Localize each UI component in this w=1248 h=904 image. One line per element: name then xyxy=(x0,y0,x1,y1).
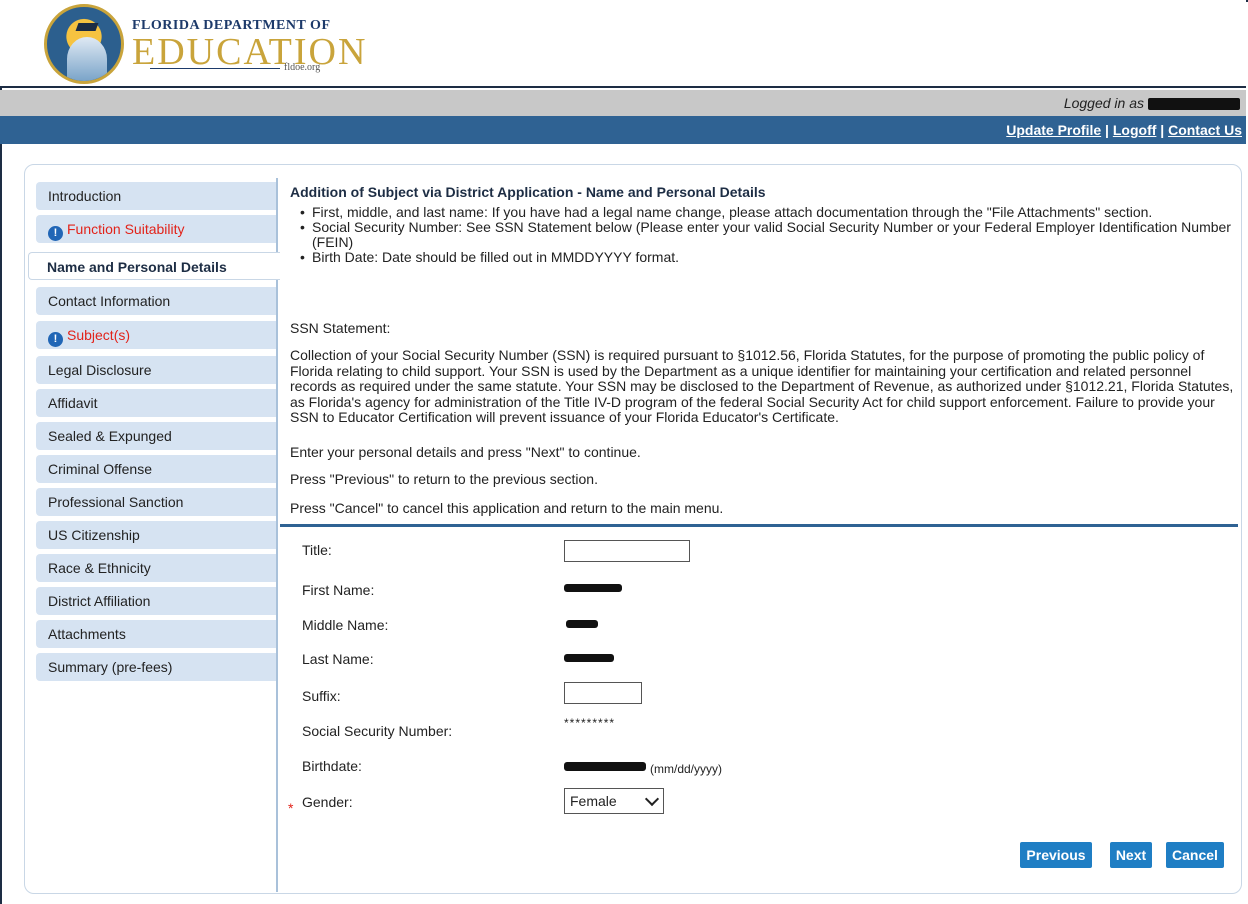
section-divider xyxy=(280,524,1238,527)
sidebar-item-introduction[interactable]: Introduction xyxy=(36,182,276,210)
contact-us-link[interactable]: Contact Us xyxy=(1168,122,1242,138)
alert-circle-icon: ! xyxy=(48,332,63,347)
first-name-label: First Name: xyxy=(302,582,375,598)
birthdate-value-redacted xyxy=(564,762,646,771)
ssn-value: ********* xyxy=(564,716,616,730)
sidebar-item-us-citizenship[interactable]: US Citizenship xyxy=(36,521,276,549)
instruction-previous: Press "Previous" to return to the previo… xyxy=(290,471,598,487)
redacted-username xyxy=(1148,98,1240,111)
sidebar-item-district-affiliation[interactable]: District Affiliation xyxy=(36,587,276,615)
birthdate-label: Birthdate: xyxy=(302,758,362,774)
page-title: Addition of Subject via District Applica… xyxy=(290,184,766,200)
instructions-list: First, middle, and last name: If you hav… xyxy=(300,205,1240,266)
top-nav-bar: Update Profile | Logoff | Contact Us xyxy=(0,116,1246,144)
gender-select[interactable]: Female xyxy=(564,788,664,814)
sidebar-item-race-ethnicity[interactable]: Race & Ethnicity xyxy=(36,554,276,582)
update-profile-link[interactable]: Update Profile xyxy=(1006,122,1101,138)
sidebar-item-summary[interactable]: Summary (pre-fees) xyxy=(36,653,276,681)
ssn-statement-body: Collection of your Social Security Numbe… xyxy=(290,347,1234,425)
logo-url: fldoe.org xyxy=(284,62,321,73)
suffix-input[interactable] xyxy=(564,682,642,704)
next-button[interactable]: Next xyxy=(1110,842,1152,868)
previous-button[interactable]: Previous xyxy=(1020,842,1092,868)
middle-name-label: Middle Name: xyxy=(302,617,389,633)
birthdate-format-hint: (mm/dd/yyyy) xyxy=(650,762,722,776)
sidebar-item-professional-sanction[interactable]: Professional Sanction xyxy=(36,488,276,516)
suffix-label: Suffix: xyxy=(302,688,341,704)
instruction-next: Enter your personal details and press "N… xyxy=(290,444,641,460)
middle-name-value-redacted xyxy=(566,620,598,628)
sidebar-item-subjects[interactable]: ! Subject(s) xyxy=(36,321,276,349)
list-item: Birth Date: Date should be filled out in… xyxy=(300,250,1240,266)
sidebar-item-function-suitability[interactable]: ! Function Suitability xyxy=(36,215,276,243)
sidebar-item-sealed-expunged[interactable]: Sealed & Expunged xyxy=(36,422,276,450)
logoff-link[interactable]: Logoff xyxy=(1113,122,1157,138)
title-input[interactable] xyxy=(564,540,690,562)
sidebar-item-legal-disclosure[interactable]: Legal Disclosure xyxy=(36,356,276,384)
gender-selected-value: Female xyxy=(570,793,617,809)
list-item: Social Security Number: See SSN Statemen… xyxy=(300,220,1240,250)
sidebar-item-name-and-personal-details[interactable]: Name and Personal Details xyxy=(28,252,280,280)
instruction-cancel: Press "Cancel" to cancel this applicatio… xyxy=(290,500,724,516)
list-item: First, middle, and last name: If you hav… xyxy=(300,205,1240,221)
login-status-bar: Logged in as xyxy=(0,90,1246,116)
chevron-down-icon xyxy=(644,791,660,807)
ssn-label: Social Security Number: xyxy=(302,723,453,739)
fldoe-seal-logo xyxy=(44,4,124,84)
alert-circle-icon: ! xyxy=(48,226,63,241)
sidebar-item-criminal-offense[interactable]: Criminal Offense xyxy=(36,455,276,483)
required-marker: * xyxy=(288,800,294,816)
title-label: Title: xyxy=(302,542,332,558)
last-name-label: Last Name: xyxy=(302,651,374,667)
logged-in-label: Logged in as xyxy=(1063,95,1144,111)
cancel-button[interactable]: Cancel xyxy=(1166,842,1224,868)
header-logo-bar: FLORIDA DEPARTMENT OF EDUCATION fldoe.or… xyxy=(0,0,1246,88)
first-name-value-redacted xyxy=(564,584,622,592)
gender-label: Gender: xyxy=(302,794,353,810)
ssn-statement-heading: SSN Statement: xyxy=(290,320,391,336)
last-name-value-redacted xyxy=(564,654,614,662)
sidebar-nav: Introduction ! Function Suitability Name … xyxy=(28,178,280,892)
sidebar-item-affidavit[interactable]: Affidavit xyxy=(36,389,276,417)
sidebar-item-attachments[interactable]: Attachments xyxy=(36,620,276,648)
sidebar-item-contact-information[interactable]: Contact Information xyxy=(36,287,276,315)
